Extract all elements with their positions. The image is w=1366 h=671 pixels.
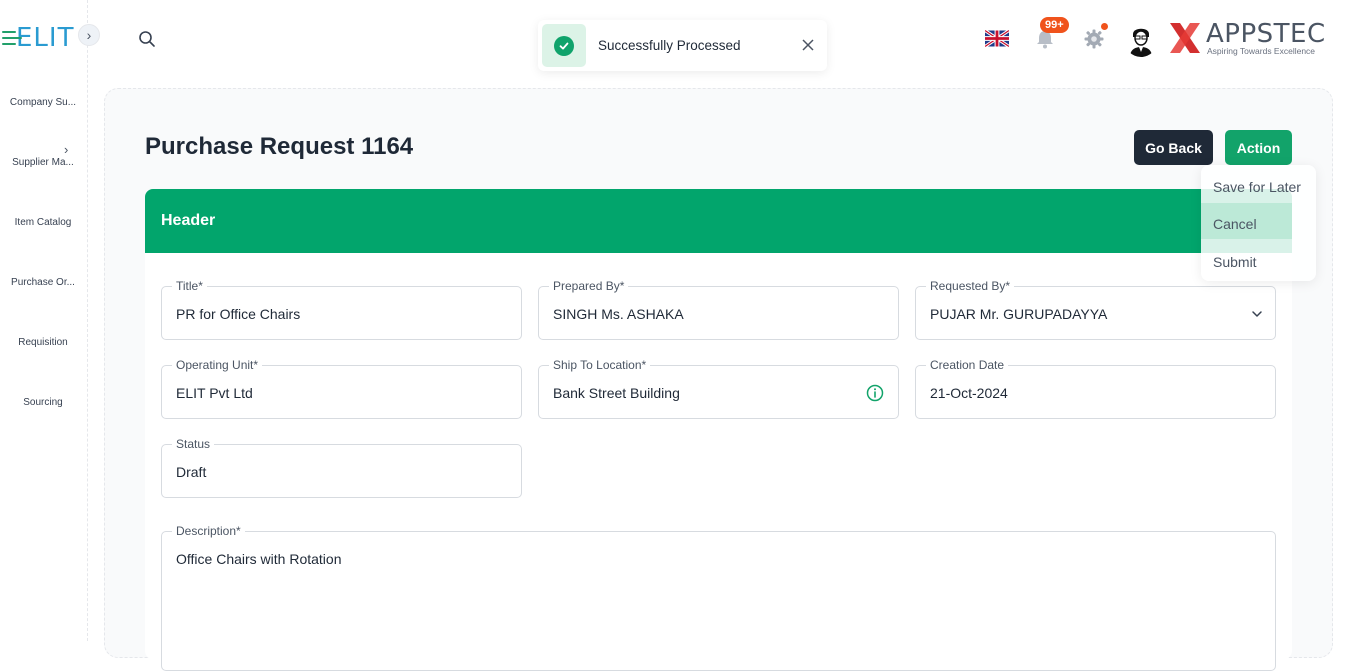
creation-date-field[interactable]: Creation Date 21-Oct-2024 [915, 358, 1276, 419]
uk-flag-icon[interactable] [985, 29, 1009, 48]
action-button[interactable]: Action [1225, 130, 1292, 165]
title-label: Title* [172, 279, 207, 293]
sidebar-item-sourcing[interactable]: Sourcing [0, 397, 86, 408]
sidebar-toggle-button[interactable]: › [78, 24, 100, 46]
info-icon[interactable] [866, 384, 884, 402]
prepared-by-label: Prepared By* [549, 279, 629, 293]
search-icon[interactable] [138, 30, 156, 48]
check-circle-icon [554, 35, 574, 56]
menu-item-cancel[interactable]: Cancel [1213, 216, 1257, 232]
company-tagline: Aspiring Towards Excellence [1207, 46, 1316, 56]
ship-to-location-label: Ship To Location* [549, 358, 651, 372]
requested-by-label: Requested By* [926, 279, 1015, 293]
sidebar-item-purchase-orders[interactable]: Purchase Or... [0, 277, 86, 288]
ship-to-location-value: Bank Street Building [553, 385, 680, 401]
menu-item-submit[interactable]: Submit [1213, 254, 1257, 270]
company-name: APPSTEC [1206, 19, 1326, 49]
description-label: Description* [172, 524, 245, 538]
page-title: Purchase Request 1164 [145, 133, 414, 160]
operating-unit-label: Operating Unit* [172, 358, 263, 372]
toast-message: Successfully Processed [598, 38, 741, 53]
user-avatar[interactable] [1124, 21, 1158, 57]
sidebar-item-requisition[interactable]: Requisition [0, 337, 86, 348]
status-field[interactable]: Status Draft [161, 437, 522, 498]
prepared-by-value: SINGH Ms. ASHAKA [553, 306, 684, 322]
operating-unit-value: ELIT Pvt Ltd [176, 385, 253, 401]
notification-badge: 99+ [1040, 17, 1069, 33]
title-field[interactable]: Title* PR for Office Chairs [161, 279, 522, 340]
menu-item-save-for-later[interactable]: Save for Later [1213, 179, 1301, 195]
gear-icon[interactable] [1083, 28, 1105, 50]
ship-to-location-field[interactable]: Ship To Location* Bank Street Building [538, 358, 899, 419]
requested-by-value: PUJAR Mr. GURUPADAYYA [930, 306, 1108, 322]
sidebar-item-item-catalog[interactable]: Item Catalog [0, 217, 86, 228]
operating-unit-field[interactable]: Operating Unit* ELIT Pvt Ltd [161, 358, 522, 419]
go-back-button[interactable]: Go Back [1134, 130, 1213, 165]
requested-by-select[interactable]: Requested By* PUJAR Mr. GURUPADAYYA [915, 279, 1276, 340]
sidebar-item-company-summary[interactable]: Company Su... [0, 97, 86, 108]
chevron-right-icon: › [64, 142, 69, 157]
description-textarea[interactable]: Description* Office Chairs with Rotation [161, 524, 1276, 671]
close-icon[interactable] [801, 38, 815, 52]
sidebar: ELIT › Company Su... › Supplier Ma... It… [0, 0, 100, 641]
section-title: Header [161, 212, 216, 229]
toast-icon-container [542, 24, 586, 67]
sidebar-item-supplier-management[interactable]: Supplier Ma... [0, 157, 86, 168]
header-section: Header Title* PR for Office Chairs Prepa… [145, 189, 1292, 671]
action-dropdown-menu: Save for Later Cancel Submit [1201, 165, 1316, 281]
status-label: Status [172, 437, 215, 451]
chevron-down-icon[interactable] [1251, 308, 1263, 320]
logo-mark-icon [2, 25, 24, 51]
title-value: PR for Office Chairs [176, 306, 301, 322]
chevron-right-icon: › [86, 27, 92, 43]
creation-date-value: 21-Oct-2024 [930, 385, 1008, 401]
app-logo[interactable]: ELIT [2, 18, 84, 58]
status-value: Draft [176, 464, 207, 480]
appstec-logo-icon [1170, 23, 1200, 53]
prepared-by-field[interactable]: Prepared By* SINGH Ms. ASHAKA [538, 279, 899, 340]
creation-date-label: Creation Date [926, 358, 1009, 372]
description-value: Office Chairs with Rotation [176, 551, 342, 567]
company-brand: APPSTEC Aspiring Towards Excellence [1168, 19, 1325, 57]
success-toast: Successfully Processed [538, 20, 827, 71]
section-header-bar[interactable]: Header [145, 189, 1292, 253]
settings-indicator-dot [1101, 23, 1108, 30]
app-logo-text: ELIT [16, 23, 75, 53]
